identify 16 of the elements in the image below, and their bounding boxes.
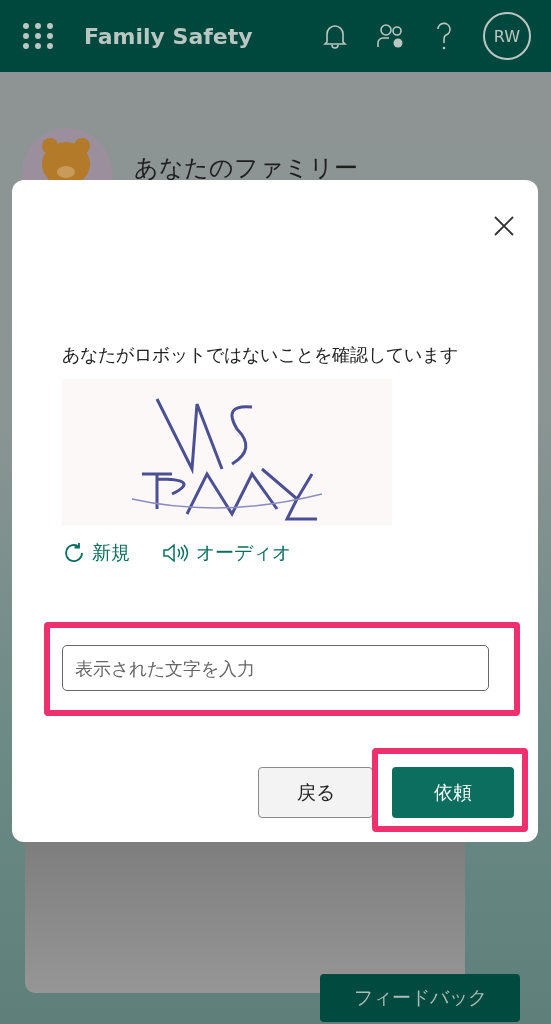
prompt-text: あなたがロボットではないことを確認しています bbox=[62, 343, 459, 367]
account-avatar[interactable]: RW bbox=[483, 12, 531, 60]
speaker-icon bbox=[162, 542, 190, 564]
refresh-icon bbox=[62, 541, 86, 565]
help-icon[interactable] bbox=[435, 21, 453, 51]
back-button[interactable]: 戻る bbox=[258, 767, 373, 818]
close-icon[interactable] bbox=[494, 216, 514, 236]
app-title: Family Safety bbox=[84, 23, 254, 49]
app-launcher-icon[interactable] bbox=[22, 23, 54, 49]
refresh-link[interactable]: 新規 bbox=[62, 540, 130, 566]
feedback-button[interactable]: フィードバック bbox=[320, 974, 520, 1022]
audio-link[interactable]: オーディオ bbox=[162, 540, 291, 566]
family-title: あなたのファミリー bbox=[134, 153, 358, 184]
bell-icon[interactable] bbox=[323, 23, 347, 49]
submit-button[interactable]: 依頼 bbox=[392, 767, 514, 818]
input-field[interactable]: 表示された文字を入力 bbox=[62, 645, 489, 691]
